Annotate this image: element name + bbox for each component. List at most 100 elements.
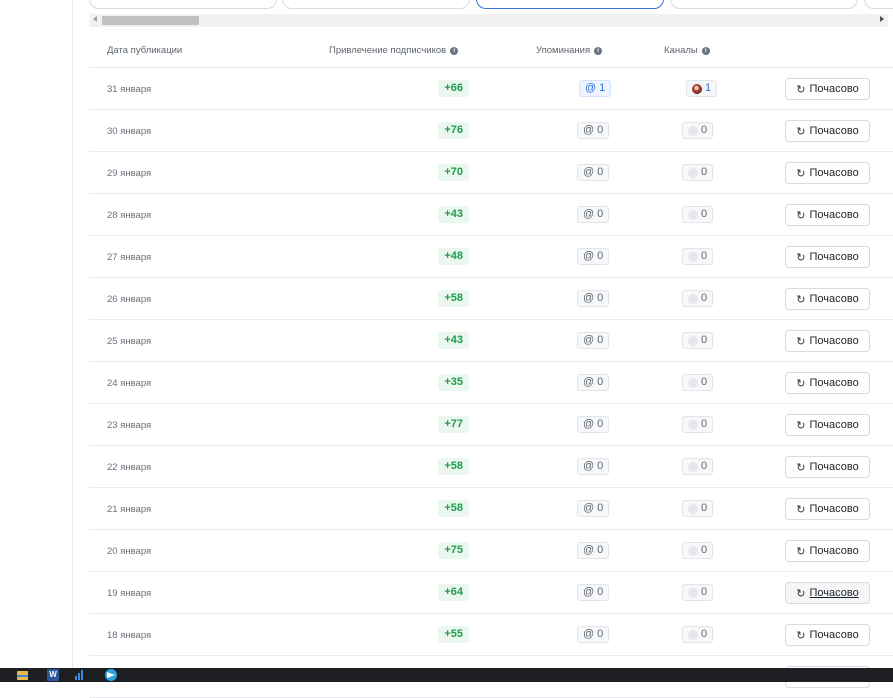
- channels-pill[interactable]: 0: [682, 500, 714, 517]
- hourly-button[interactable]: ↻ Почасово: [785, 498, 870, 520]
- at-icon: @: [583, 208, 595, 220]
- subscribers-badge: +66: [438, 80, 469, 97]
- metric-card[interactable]: [89, 0, 277, 9]
- channels-pill[interactable]: 1: [686, 80, 718, 97]
- channels-pill[interactable]: 0: [682, 416, 714, 433]
- info-icon[interactable]: i: [594, 46, 603, 55]
- channels-pill[interactable]: 0: [682, 626, 714, 643]
- hourly-button-label: Почасово: [809, 83, 859, 95]
- date-cell: 30 января: [107, 126, 152, 137]
- hourly-button[interactable]: ↻ Почасово: [785, 120, 870, 142]
- hourly-button-label: Почасово: [809, 293, 859, 305]
- hourly-button[interactable]: ↻ Почасово: [785, 204, 870, 226]
- channels-count: 0: [701, 502, 708, 514]
- mentions-pill[interactable]: @ 0: [577, 542, 610, 559]
- channels-pill[interactable]: 0: [682, 458, 714, 475]
- at-icon: @: [583, 418, 595, 430]
- hourly-button[interactable]: ↻ Почасово: [785, 246, 870, 268]
- hourly-button[interactable]: ↻ Почасово: [785, 162, 870, 184]
- channels-pill[interactable]: 0: [682, 122, 714, 139]
- scroll-right-arrow-icon[interactable]: [880, 16, 884, 22]
- info-icon[interactable]: i: [450, 46, 459, 55]
- analytics-app-icon[interactable]: [74, 669, 86, 681]
- mentions-count: 0: [597, 376, 604, 388]
- mentions-pill[interactable]: @ 0: [577, 584, 610, 601]
- metric-card[interactable]: [282, 0, 470, 9]
- date-cell: 26 января: [107, 294, 152, 305]
- horizontal-scrollbar[interactable]: [89, 14, 888, 27]
- mentions-pill[interactable]: @ 0: [577, 458, 610, 475]
- subscribers-badge: +55: [438, 626, 469, 643]
- channels-pill[interactable]: 0: [682, 584, 714, 601]
- word-icon[interactable]: W: [47, 669, 59, 681]
- table-row: 30 января +76 @ 0 0 ↻ Почасово: [89, 110, 893, 152]
- refresh-icon: ↻: [796, 335, 806, 348]
- table-row: 21 января +58 @ 0 0 ↻ Почасово: [89, 488, 893, 530]
- hourly-button[interactable]: ↻ Почасово: [785, 456, 870, 478]
- at-icon: @: [585, 82, 597, 94]
- channels-count: 0: [701, 376, 708, 388]
- channels-pill[interactable]: 0: [682, 248, 714, 265]
- subscribers-badge: +58: [438, 290, 469, 307]
- refresh-icon: ↻: [796, 209, 806, 222]
- metric-card[interactable]: [670, 0, 858, 9]
- channels-count: 0: [701, 208, 708, 220]
- channels-pill[interactable]: 0: [682, 374, 714, 391]
- mentions-pill[interactable]: @ 0: [577, 206, 610, 223]
- hourly-button[interactable]: ↻ Почасово: [785, 582, 870, 604]
- channels-count: 0: [701, 166, 708, 178]
- hourly-button[interactable]: ↻ Почасово: [785, 624, 870, 646]
- mentions-pill[interactable]: @ 0: [577, 164, 610, 181]
- refresh-icon: ↻: [796, 629, 806, 642]
- date-cell: 22 января: [107, 462, 152, 473]
- channel-avatar: [692, 83, 702, 94]
- hourly-button[interactable]: ↻ Почасово: [785, 414, 870, 436]
- file-explorer-icon[interactable]: [17, 669, 29, 681]
- info-icon[interactable]: i: [701, 46, 710, 55]
- mentions-pill[interactable]: @ 0: [577, 500, 610, 517]
- mentions-pill[interactable]: @ 0: [577, 290, 610, 307]
- channels-pill[interactable]: 0: [682, 164, 714, 181]
- empty-channel-dot: [688, 377, 698, 388]
- empty-channel-dot: [688, 503, 698, 514]
- empty-channel-dot: [688, 461, 698, 472]
- windows-taskbar: W: [0, 668, 893, 682]
- header-channels: Каналы i: [664, 45, 710, 56]
- mentions-pill[interactable]: @ 0: [577, 332, 610, 349]
- mentions-pill[interactable]: @ 0: [577, 122, 610, 139]
- mentions-pill[interactable]: @ 0: [577, 374, 610, 391]
- mentions-pill[interactable]: @ 1: [579, 80, 612, 97]
- hourly-button[interactable]: ↻ Почасово: [785, 540, 870, 562]
- empty-channel-dot: [688, 125, 698, 136]
- table-header: Дата публикации Привлечение подписчиков …: [89, 34, 893, 68]
- channels-pill[interactable]: 0: [682, 206, 714, 223]
- hourly-button[interactable]: ↻ Почасово: [785, 288, 870, 310]
- hourly-button-label: Почасово: [809, 587, 859, 599]
- telegram-icon[interactable]: [105, 669, 117, 681]
- subscribers-badge: +75: [438, 542, 469, 559]
- channels-pill[interactable]: 0: [682, 290, 714, 307]
- refresh-icon: ↻: [796, 545, 806, 558]
- refresh-icon: ↻: [796, 293, 806, 306]
- subscribers-badge: +48: [438, 248, 469, 265]
- metric-card[interactable]: [864, 0, 893, 9]
- scrollbar-thumb[interactable]: [102, 16, 199, 25]
- channels-pill[interactable]: 0: [682, 332, 714, 349]
- mentions-pill[interactable]: @ 0: [577, 248, 610, 265]
- channels-count: 0: [701, 544, 708, 556]
- mentions-count: 0: [597, 208, 604, 220]
- hourly-button[interactable]: ↻ Почасово: [785, 330, 870, 352]
- at-icon: @: [583, 292, 595, 304]
- hourly-button-label: Почасово: [809, 377, 859, 389]
- hourly-button[interactable]: ↻ Почасово: [785, 372, 870, 394]
- mentions-pill[interactable]: @ 0: [577, 626, 610, 643]
- channels-pill[interactable]: 0: [682, 542, 714, 559]
- hourly-button[interactable]: ↻ Почасово: [785, 78, 870, 100]
- mentions-pill[interactable]: @ 0: [577, 416, 610, 433]
- at-icon: @: [583, 334, 595, 346]
- metric-card-active[interactable]: [476, 0, 664, 9]
- scroll-left-arrow-icon[interactable]: [93, 16, 97, 22]
- subscribers-badge: +70: [438, 164, 469, 181]
- refresh-icon: ↻: [796, 167, 806, 180]
- channels-count: 0: [701, 292, 708, 304]
